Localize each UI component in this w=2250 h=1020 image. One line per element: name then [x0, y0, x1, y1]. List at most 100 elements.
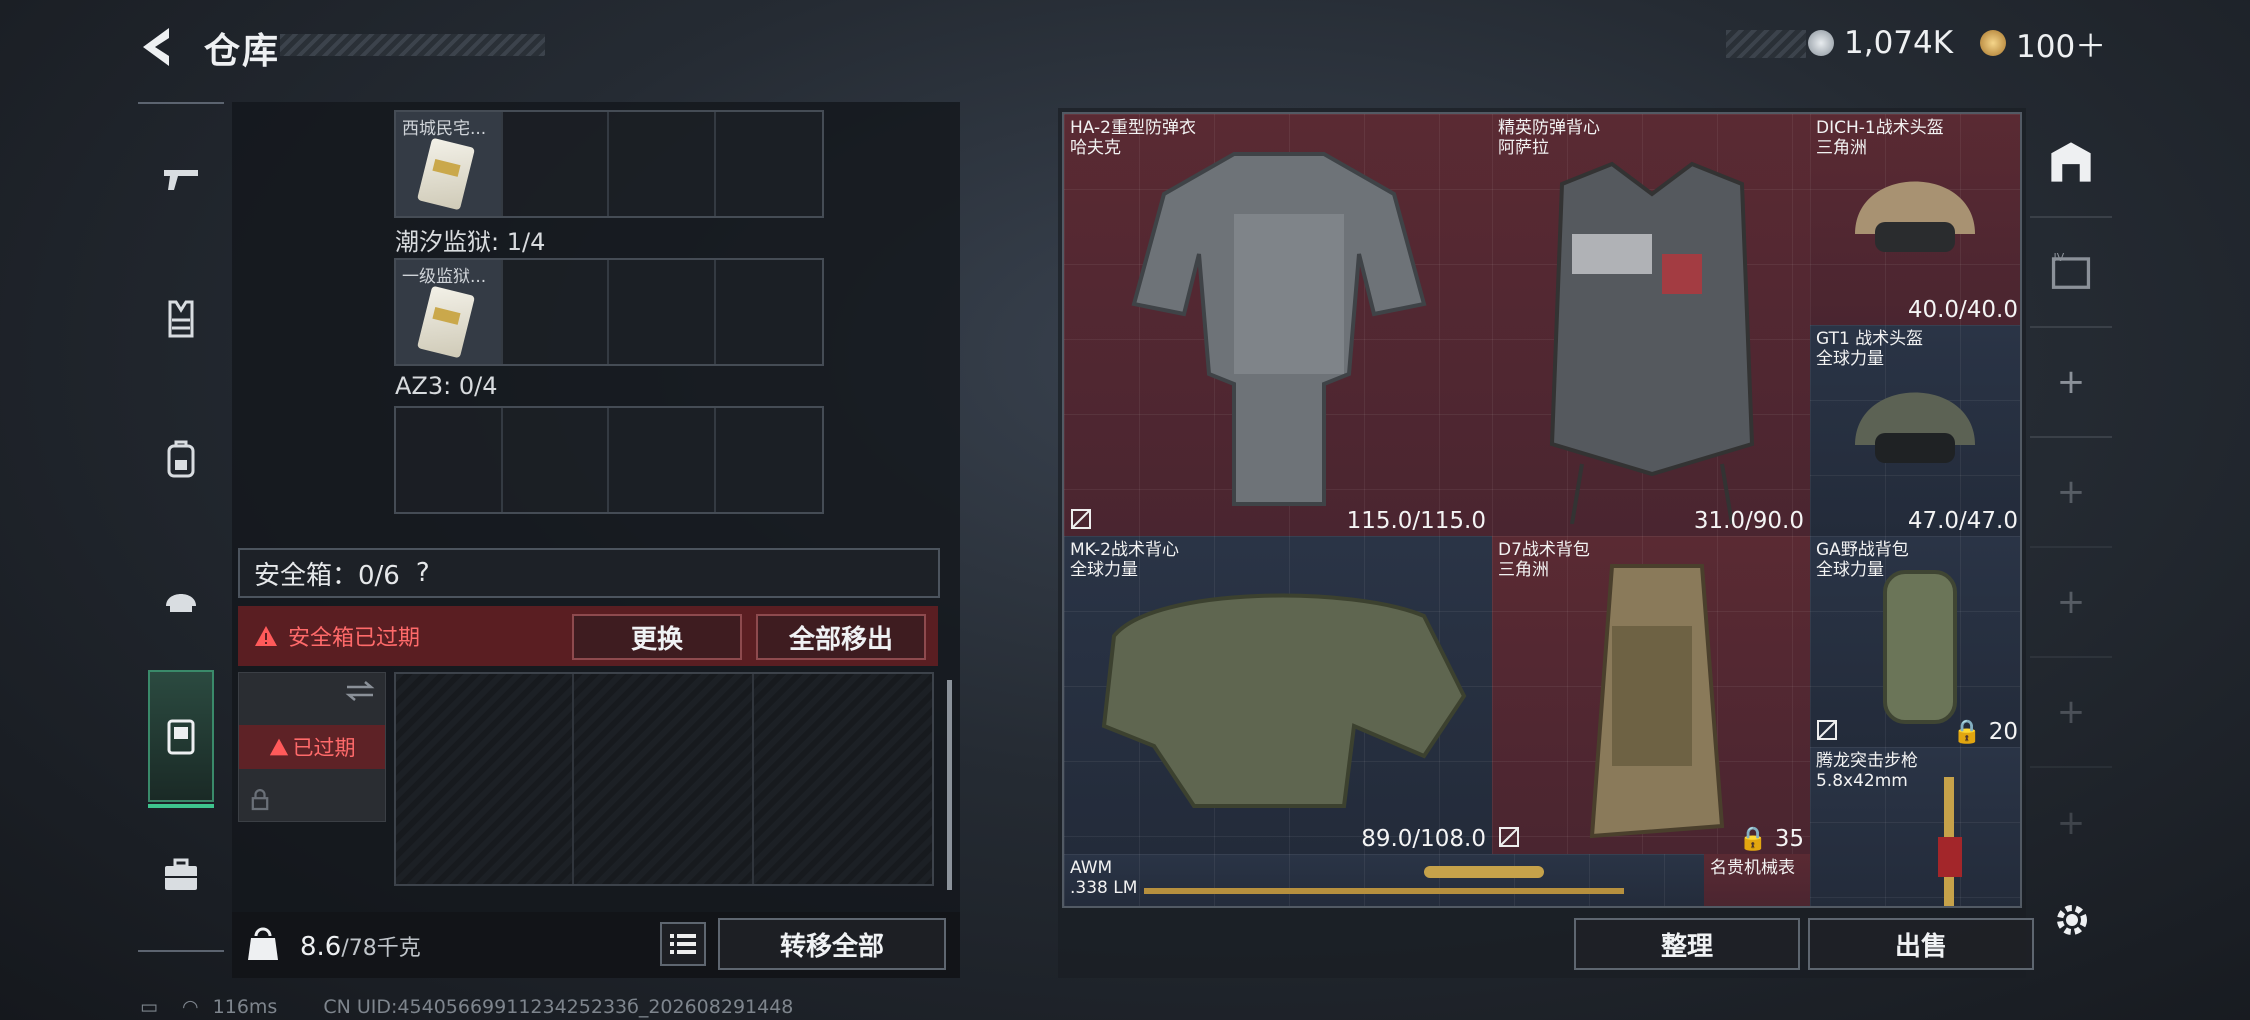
- ping-text: 116ms: [212, 996, 278, 1018]
- transfer-all-button[interactable]: 转移全部: [718, 918, 946, 970]
- gold-coin-icon: [1980, 30, 2006, 56]
- inventory-grid[interactable]: HA-2重型防弹衣 哈夫克 115.0/115.0 精英防弹背心 阿萨拉 31.0/…: [1062, 112, 2022, 908]
- helmet-image: [1855, 181, 1975, 252]
- item-name: 腾龙突击步枪: [1816, 751, 1918, 771]
- add-storage-button[interactable]: +: [2030, 328, 2112, 438]
- plus-icon: +: [2056, 582, 2086, 622]
- item-gt1-helmet[interactable]: GT1 战术头盔 全球力量 47.0/47.0: [1810, 325, 2020, 536]
- keycard-icon: [416, 285, 476, 359]
- remove-all-button[interactable]: 全部移出: [756, 614, 926, 660]
- briefcase-icon: [165, 858, 197, 890]
- gold-amount: 100＋: [2016, 28, 2107, 65]
- sort-button[interactable]: 整理: [1574, 918, 1800, 970]
- item-brand: 三角洲: [1498, 560, 1549, 580]
- nav-storage-upgrade[interactable]: IV: [2030, 218, 2112, 328]
- item-brand: 全球力量: [1816, 560, 1884, 580]
- nav-warehouse[interactable]: [2030, 108, 2112, 218]
- key-grid[interactable]: 一级监狱...: [394, 258, 824, 366]
- item-durability: 31.0/90.0: [1693, 508, 1804, 534]
- nav-weapons[interactable]: [138, 114, 224, 244]
- safe-box-header: 安全箱：0/6 ?: [238, 548, 940, 598]
- item-brand: 三角洲: [1816, 138, 1867, 158]
- lock-icon: [251, 789, 269, 811]
- item-d7-backpack[interactable]: D7战术背包 三角洲 🔒 35: [1492, 536, 1810, 854]
- helmet-image: [1855, 392, 1975, 463]
- gear-icon: [2057, 905, 2087, 935]
- key-card-label: 一级监狱...: [402, 267, 487, 287]
- item-dich1-helmet[interactable]: DICH-1战术头盔 三角洲 40.0/40.0: [1810, 114, 2020, 325]
- scrollbar[interactable]: [947, 680, 952, 890]
- status-bar: ▭ ◠ 116ms CN UID:4540566991123425233б_20…: [140, 996, 793, 1018]
- rifle-image: [1938, 777, 1962, 906]
- item-durability: 115.0/115.0: [1346, 508, 1486, 534]
- item-name: GA野战背包: [1816, 540, 1909, 560]
- item-name: D7战术背包: [1498, 540, 1590, 560]
- gold-currency[interactable]: 100＋: [1980, 24, 2106, 65]
- item-mk2-vest[interactable]: MK-2战术背心 全球力量 89.0/108.0: [1064, 536, 1492, 854]
- warning-icon: [269, 738, 288, 756]
- replace-button[interactable]: 更换: [572, 614, 742, 660]
- sniper-rifle-image: [1144, 866, 1624, 894]
- keycard-icon: [416, 137, 476, 211]
- settings-button[interactable]: [2052, 900, 2092, 940]
- silver-currency[interactable]: 1,074K: [1808, 24, 1953, 62]
- item-tenglong-rifle[interactable]: 腾龙突击步枪 5.8x42mm: [1810, 747, 2020, 906]
- key-card-slot[interactable]: 西城民宅...: [396, 112, 503, 216]
- item-name: 精英防弹背心: [1498, 118, 1600, 138]
- item-luxury-watch[interactable]: 名贵机械表: [1704, 854, 1810, 906]
- add-storage-button[interactable]: +: [2030, 548, 2112, 658]
- add-storage-button[interactable]: +: [2030, 658, 2112, 768]
- pistol-icon: [164, 170, 198, 190]
- backpack-icon: [167, 440, 195, 478]
- weight-capacity: /78千克: [341, 936, 421, 961]
- vest-icon: [168, 300, 194, 338]
- help-icon[interactable]: ?: [416, 558, 430, 588]
- item-awm[interactable]: AWM .338 LM: [1064, 854, 1704, 906]
- swap-icon: [345, 681, 375, 701]
- item-brand: 5.8x42mm: [1816, 771, 1908, 791]
- item-elite-vest[interactable]: 精英防弹背心 阿萨拉 31.0/90.0: [1492, 114, 1810, 536]
- safe-box-grid[interactable]: [394, 672, 934, 886]
- key-card-slot[interactable]: 一级监狱...: [396, 260, 503, 364]
- capacity-value: 35: [1774, 826, 1804, 852]
- item-ga-backpack[interactable]: GA野战背包 全球力量 🔒 20: [1810, 536, 2020, 747]
- item-brand: 阿萨拉: [1498, 138, 1549, 158]
- nav-backpacks[interactable]: [138, 394, 224, 524]
- add-storage-button[interactable]: +: [2030, 768, 2112, 878]
- warehouse-icon: [2051, 142, 2091, 182]
- title-decoration: [280, 34, 545, 56]
- backpack-image: [1589, 564, 1725, 839]
- slot-expired-text: 已过期: [292, 736, 356, 760]
- item-brand: 全球力量: [1816, 349, 1884, 369]
- silver-coin-icon: [1808, 30, 1834, 56]
- list-view-button[interactable]: [660, 922, 706, 966]
- elite-vest-image: [1549, 161, 1755, 524]
- warning-icon: [255, 626, 277, 646]
- expired-text: 安全箱已过期: [288, 626, 421, 651]
- category-nav: [138, 102, 224, 952]
- item-name: MK-2战术背心: [1070, 540, 1179, 560]
- nav-briefcase[interactable]: [138, 810, 224, 940]
- silver-amount: 1,074K: [1844, 25, 1954, 61]
- plus-icon: +: [2056, 692, 2086, 732]
- safe-box-slot[interactable]: 已过期: [238, 672, 386, 822]
- nav-helmets[interactable]: [138, 534, 224, 664]
- weight-readout: 8.6/78千克: [300, 930, 421, 962]
- item-brand: .338 LM: [1070, 878, 1138, 898]
- nav-safe-box[interactable]: [148, 670, 214, 808]
- item-capacity: 🔒 20: [1952, 719, 2018, 745]
- key-grid[interactable]: 西城民宅...: [394, 110, 824, 218]
- back-button[interactable]: [135, 24, 181, 70]
- key-grid[interactable]: [394, 406, 824, 514]
- sell-button[interactable]: 出售: [1808, 918, 2034, 970]
- no-trade-icon: [1817, 720, 1837, 740]
- item-name: 名贵机械表: [1710, 858, 1795, 878]
- add-storage-button[interactable]: +: [2030, 438, 2112, 548]
- item-capacity: 🔒 35: [1738, 826, 1804, 852]
- uid-text: CN UID:4540566991123425233б_202608291448: [323, 996, 794, 1018]
- nav-vests[interactable]: [138, 254, 224, 384]
- safe-box-label: 安全箱：0/6: [254, 560, 400, 591]
- no-trade-icon: [1499, 827, 1519, 847]
- key-section-label: 潮汐监狱: 1/4: [395, 228, 546, 256]
- item-ha2-armor[interactable]: HA-2重型防弹衣 哈夫克 115.0/115.0: [1064, 114, 1492, 536]
